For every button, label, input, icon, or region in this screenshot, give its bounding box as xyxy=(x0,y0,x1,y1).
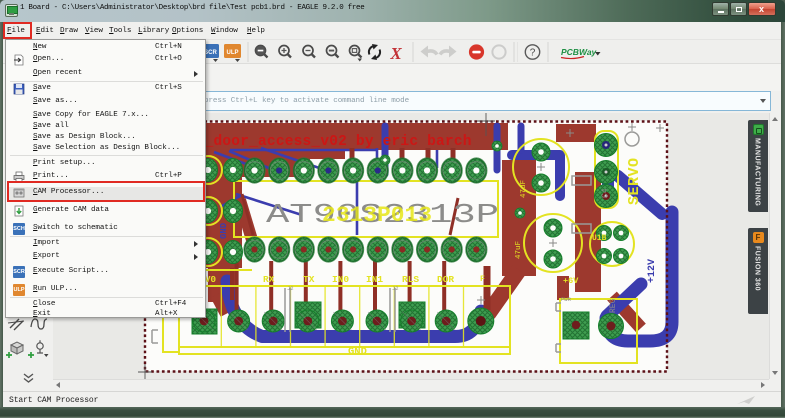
svg-text:SERVO: SERVO xyxy=(626,157,643,205)
svg-text:J2: J2 xyxy=(287,285,294,292)
svg-text:J2: J2 xyxy=(392,285,399,292)
svg-text:IN1: IN1 xyxy=(366,274,383,285)
svg-text:rfid_door_access_v02 by eric b: rfid_door_access_v02 by eric barch xyxy=(169,134,472,150)
svg-text:GND: GND xyxy=(219,222,229,239)
svg-text:?: ? xyxy=(530,48,536,59)
svg-text:PWR: PWR xyxy=(561,296,572,303)
svg-text:IN0: IN0 xyxy=(332,274,349,285)
svg-text:2313P013: 2313P013 xyxy=(322,203,432,228)
svg-text:DOR: DOR xyxy=(437,274,454,285)
svg-text:GND: GND xyxy=(348,346,367,358)
svg-text:47uF: 47uF xyxy=(515,241,523,259)
svg-text:+6V: +6V xyxy=(563,276,579,286)
svg-text:REG: REG xyxy=(609,298,618,313)
svg-text:+12V: +12V xyxy=(647,259,658,283)
svg-text:ULP: ULP xyxy=(227,50,239,56)
svg-text:RLS: RLS xyxy=(402,274,419,285)
svg-text:SCR: SCR xyxy=(204,50,217,56)
svg-text:C4: C4 xyxy=(601,188,610,198)
svg-text:F: F xyxy=(480,275,485,284)
svg-text:X: X xyxy=(389,44,402,63)
svg-text:PCBWay: PCBWay xyxy=(561,47,598,57)
svg-text:-: - xyxy=(226,274,232,285)
svg-text:RX: RX xyxy=(263,274,275,285)
svg-text:47uF: 47uF xyxy=(520,180,528,198)
svg-text:TX: TX xyxy=(303,274,315,285)
svg-text:U1B: U1B xyxy=(592,234,607,243)
